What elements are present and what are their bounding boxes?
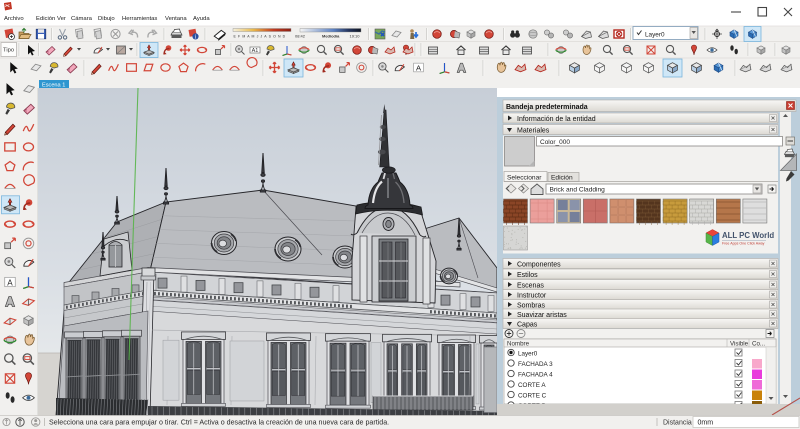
svg-text:Estilos: Estilos [517,272,538,279]
svg-text:Bandeja predeterminada: Bandeja predeterminada [506,104,588,111]
svg-text:Ventana: Ventana [165,16,187,22]
svg-text:Información de la entidad: Información de la entidad [517,116,596,123]
svg-text:Herramientas: Herramientas [122,16,157,22]
svg-text:Visible: Visible [730,340,749,347]
svg-text:Mediodía: Mediodía [322,34,340,39]
svg-text:FACHADA 3: FACHADA 3 [518,361,553,368]
svg-text:ALL PC World: ALL PC World [722,231,774,240]
svg-text:A: A [7,278,13,287]
svg-text:Layer0: Layer0 [645,32,665,39]
svg-text:Materiales: Materiales [517,127,550,134]
svg-text:19:10: 19:10 [350,34,361,39]
svg-text:Nombre: Nombre [507,340,530,347]
svg-text:Distancia: Distancia [663,420,692,427]
svg-text:Componentes: Componentes [517,261,561,268]
svg-text:Seleccionar: Seleccionar [507,174,542,181]
svg-text:FACHADA 4: FACHADA 4 [518,371,553,378]
svg-text:Capas: Capas [517,321,538,328]
svg-text:Escena 1: Escena 1 [42,83,65,89]
svg-text:Brick and Cladding: Brick and Cladding [550,187,606,194]
svg-text:Ver: Ver [57,16,66,22]
svg-text:Color_000: Color_000 [540,139,570,146]
svg-text:08:42: 08:42 [295,34,306,39]
svg-text:Cámara: Cámara [71,16,93,22]
svg-text:Selecciona una cara para empuj: Selecciona una cara para empujar o tirar… [49,419,389,427]
svg-text:Suavizar aristas: Suavizar aristas [517,312,567,319]
svg-text:Edición: Edición [551,175,573,182]
svg-text:CORTE A: CORTE A [518,382,546,389]
svg-text:Dibujo: Dibujo [98,16,115,22]
svg-text:Sombras: Sombras [517,302,546,309]
svg-text:Instructor: Instructor [517,292,547,299]
svg-text:Co...: Co... [752,340,765,347]
svg-text:Layer0: Layer0 [518,350,538,357]
svg-text:Escenas: Escenas [517,282,544,289]
svg-text:Tipo: Tipo [3,48,14,54]
svg-text:Ayuda: Ayuda [193,16,210,22]
svg-text:0mm: 0mm [698,420,714,427]
svg-text:Edición: Edición [36,16,55,22]
svg-text:Archivo: Archivo [4,16,24,22]
svg-text:E F M A M J J A S O N D: E F M A M J J A S O N D [234,35,286,39]
svg-text:A1: A1 [252,48,259,54]
svg-text:CORTE C: CORTE C [518,392,547,399]
svg-text:Free Apps One Click Away: Free Apps One Click Away [722,242,765,246]
